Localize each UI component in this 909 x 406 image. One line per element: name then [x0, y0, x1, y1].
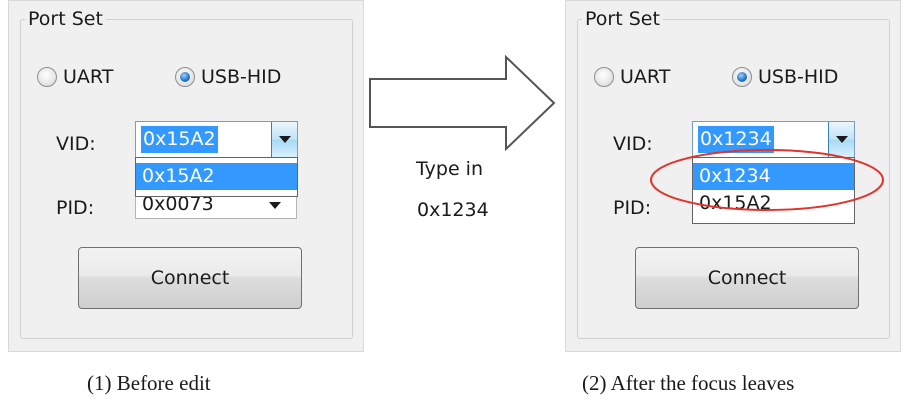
right-pid-label: PID: [613, 197, 652, 219]
radio-usbhid-label: USB-HID [758, 66, 839, 88]
left-pid-label: PID: [56, 197, 95, 219]
left-caption: (1) Before edit [87, 371, 211, 395]
right-group-title: Port Set [582, 8, 663, 30]
radio-unchecked-icon [37, 67, 57, 87]
left-radio-usbhid[interactable]: USB-HID [175, 64, 281, 90]
right-caption: (2) After the focus leaves [582, 371, 795, 395]
left-connect-button[interactable]: Connect [78, 247, 302, 309]
right-vid-label: VID: [613, 133, 653, 155]
right-radio-uart[interactable]: UART [594, 64, 670, 90]
left-vid-dropdown-arrow-icon[interactable] [271, 122, 297, 157]
left-group-title: Port Set [25, 8, 106, 30]
highlight-ellipse [650, 149, 884, 211]
radio-uart-label: UART [620, 66, 671, 88]
radio-unchecked-icon [594, 67, 614, 87]
radio-checked-icon [732, 67, 752, 87]
left-radio-uart[interactable]: UART [37, 64, 113, 90]
right-radio-usbhid[interactable]: USB-HID [732, 64, 838, 90]
left-pid-dropdown-arrow-icon[interactable] [269, 202, 281, 209]
middle-instruction-line1: Type in [416, 158, 484, 180]
right-connect-button[interactable]: Connect [635, 247, 859, 309]
left-vid-label: VID: [56, 133, 96, 155]
radio-usbhid-label: USB-HID [201, 66, 282, 88]
left-vid-value[interactable]: 0x15A2 [141, 126, 218, 153]
left-vid-combobox[interactable]: 0x15A2 [135, 121, 298, 158]
radio-checked-icon [175, 67, 195, 87]
left-port-set-panel: Port Set UART USB-HID VID: 0x15A2 PID: 0… [8, 0, 364, 352]
middle-instruction-line2: 0x1234 [417, 199, 489, 221]
left-vid-dropdown-item[interactable]: 0x15A2 [136, 163, 297, 190]
radio-uart-label: UART [63, 66, 114, 88]
right-arrow-icon [369, 55, 556, 151]
left-vid-dropdown-list: 0x15A2 [135, 157, 298, 197]
